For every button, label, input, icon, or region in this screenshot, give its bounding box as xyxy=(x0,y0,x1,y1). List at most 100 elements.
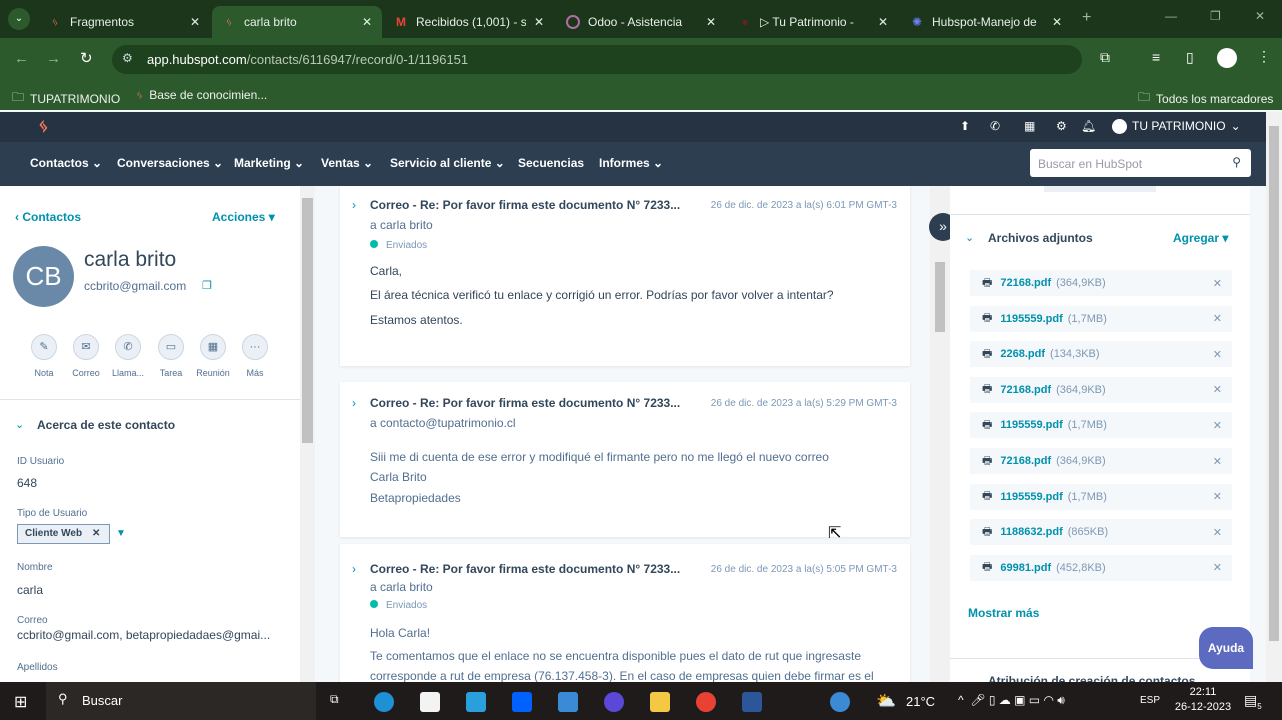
attachments-header[interactable]: Archivos adjuntos xyxy=(988,231,1093,245)
back-to-contacts-link[interactable]: ‹ Contactos xyxy=(15,210,81,224)
tab-carla-brito[interactable]: ᛃ carla brito ✕ xyxy=(212,6,382,38)
profile-avatar[interactable] xyxy=(1217,48,1237,68)
side-panel-icon[interactable]: ▯ xyxy=(1186,49,1194,66)
left-scrollbar[interactable] xyxy=(300,186,315,682)
upgrade-icon[interactable]: ⬆ xyxy=(960,119,970,133)
email-activity[interactable]: › Correo - Re: Por favor firma este docu… xyxy=(340,186,910,366)
mytask-icon[interactable] xyxy=(466,692,486,712)
search-input[interactable]: Buscar en HubSpot ⚲ xyxy=(1030,149,1251,177)
attachment-name[interactable]: 1195559.pdf xyxy=(1000,419,1062,431)
email-value[interactable]: ccbrito@gmail.com, betapropiedadaes@gmai… xyxy=(17,628,270,642)
maximize-button[interactable]: ❐ xyxy=(1210,9,1221,23)
add-attachment-button[interactable]: Agregar ▾ xyxy=(1173,231,1228,245)
windows-start-icon[interactable]: ⊞ xyxy=(14,692,27,712)
email-activity[interactable]: › Correo - Re: Por favor firma este docu… xyxy=(340,382,910,537)
center-scrollbar[interactable] xyxy=(930,186,950,682)
notification-center-icon[interactable]: ▤5 xyxy=(1244,692,1262,711)
tab-fragmentos[interactable]: ᛃ Fragmentos ✕ xyxy=(38,6,210,38)
notifications-icon[interactable]: 🔔︎ xyxy=(1081,119,1096,133)
tab-gmail[interactable]: M Recibidos (1,001) - so ✕ xyxy=(384,6,554,38)
edge-icon[interactable] xyxy=(374,692,394,712)
bookmark-base-conocimiento[interactable]: ᛃ Base de conocimien... xyxy=(136,88,267,102)
copy-icon[interactable]: ❐ xyxy=(202,279,212,292)
close-tab-icon[interactable]: ✕ xyxy=(878,15,888,29)
attachment-item[interactable]: 🖶 72168.pdf (364,9KB) ✕ xyxy=(970,376,1232,403)
reload-icon[interactable]: ↻ xyxy=(80,49,93,67)
user-id-value[interactable]: 648 xyxy=(17,476,37,490)
first-name-value[interactable]: carla xyxy=(17,583,43,597)
attachment-name[interactable]: 1195559.pdf xyxy=(1000,491,1062,503)
attachment-item[interactable]: 🖶 72168.pdf (364,9KB) ✕ xyxy=(970,448,1232,474)
attachment-item[interactable]: 🖶 1195559.pdf (1,7MB) ✕ xyxy=(970,305,1232,332)
all-bookmarks[interactable]: 🗀 Todos los marcadores xyxy=(1138,88,1273,109)
language-indicator[interactable]: ESP xyxy=(1140,695,1160,706)
marketplace-icon[interactable]: ▦ xyxy=(1024,119,1035,133)
close-tab-icon[interactable]: ✕ xyxy=(362,15,372,29)
help-app-icon[interactable] xyxy=(830,692,850,712)
remove-attachment-icon[interactable]: ✕ xyxy=(1213,312,1222,325)
close-window-button[interactable]: ✕ xyxy=(1255,9,1265,23)
attachment-name[interactable]: 1188632.pdf xyxy=(1000,526,1062,538)
attachment-name[interactable]: 2268.pdf xyxy=(1000,348,1045,360)
remove-attachment-icon[interactable]: ✕ xyxy=(1213,419,1222,432)
nav-marketing[interactable]: Marketing ⌄ xyxy=(234,156,304,170)
nav-servicio[interactable]: Servicio al cliente ⌄ xyxy=(390,156,505,170)
minimize-button[interactable]: — xyxy=(1165,9,1177,23)
close-tab-icon[interactable]: ✕ xyxy=(534,15,544,29)
tab-search-button[interactable]: ⌄ xyxy=(8,8,30,30)
attachment-name[interactable]: 72168.pdf xyxy=(1000,384,1051,396)
account-menu[interactable]: TU PATRIMONIO ⌄ xyxy=(1112,119,1241,134)
remove-attachment-icon[interactable]: ✕ xyxy=(1213,348,1222,361)
forward-icon[interactable]: → xyxy=(46,50,61,67)
remove-attachment-icon[interactable]: ✕ xyxy=(1213,561,1222,574)
attachment-name[interactable]: 1195559.pdf xyxy=(1000,313,1062,325)
nav-conversaciones[interactable]: Conversaciones ⌄ xyxy=(117,156,223,170)
remove-attachment-icon[interactable]: ✕ xyxy=(1213,383,1222,396)
settings-icon[interactable]: ⚙ xyxy=(1056,119,1067,133)
close-tab-icon[interactable]: ✕ xyxy=(190,15,200,29)
remove-attachment-icon[interactable]: ✕ xyxy=(1213,455,1222,468)
weather-temp[interactable]: 21°C xyxy=(906,694,935,709)
mail-icon[interactable] xyxy=(558,692,578,712)
tray-icons[interactable]: ^ 🎤︎ ▯ ☁ ▣ ▭ ◠ 🔊︎ xyxy=(958,693,1065,708)
attachment-name[interactable]: 69981.pdf xyxy=(1000,562,1051,574)
attachment-name[interactable]: 72168.pdf xyxy=(1000,455,1051,467)
hubspot-logo[interactable]: ᛃ xyxy=(38,116,49,137)
media-icon[interactable]: ≡ xyxy=(1152,49,1160,65)
extensions-icon[interactable]: ⧉ xyxy=(1100,49,1110,66)
attachment-item[interactable]: 🖶 1195559.pdf (1,7MB) ✕ xyxy=(970,412,1232,439)
nav-informes[interactable]: Informes ⌄ xyxy=(599,156,663,170)
remove-attachment-icon[interactable]: ✕ xyxy=(1213,526,1222,539)
attachment-item[interactable]: 🖶 2268.pdf (134,3KB) ✕ xyxy=(970,341,1232,368)
file-explorer-icon[interactable] xyxy=(650,692,670,712)
weather-icon[interactable]: ⛅ xyxy=(876,691,896,711)
attachment-item[interactable]: 🖶 1188632.pdf (865KB) ✕ xyxy=(970,519,1232,546)
page-scrollbar[interactable] xyxy=(1266,112,1282,682)
remove-attachment-icon[interactable]: ✕ xyxy=(1213,277,1222,290)
store-icon[interactable] xyxy=(420,692,440,712)
nav-ventas[interactable]: Ventas ⌄ xyxy=(321,156,373,170)
new-tab-button[interactable]: + xyxy=(1082,9,1091,27)
task-view-icon[interactable]: ⧉ xyxy=(330,692,339,707)
back-icon[interactable]: ← xyxy=(14,50,29,67)
attachment-item[interactable]: 🖶 69981.pdf (452,8KB) ✕ xyxy=(970,554,1232,581)
bookmark-tupatrimonio[interactable]: 🗀 TUPATRIMONIO xyxy=(12,88,120,109)
show-more-link[interactable]: Mostrar más xyxy=(968,606,1039,620)
nav-contactos[interactable]: Contactos ⌄ xyxy=(30,156,102,170)
chevron-down-icon[interactable]: ⌄ xyxy=(15,418,24,431)
attachment-name[interactable]: 72168.pdf xyxy=(1000,277,1051,289)
attachment-item[interactable]: 🖶 1195559.pdf (1,7MB) ✕ xyxy=(970,483,1232,510)
dropdown-caret-icon[interactable]: ▼ xyxy=(116,528,126,539)
about-section-header[interactable]: Acerca de este contacto xyxy=(37,418,175,432)
chrome-icon[interactable] xyxy=(696,692,716,712)
actions-button[interactable]: Acciones ▾ xyxy=(212,210,275,224)
user-type-tag[interactable]: Cliente Web ✕ xyxy=(17,524,110,544)
chevron-down-icon[interactable]: ⌄ xyxy=(965,231,974,244)
taskbar-search[interactable]: ⚲ Buscar xyxy=(46,682,316,720)
nav-secuencias[interactable]: Secuencias xyxy=(518,156,584,170)
close-tab-icon[interactable]: ✕ xyxy=(1052,15,1062,29)
site-info-icon[interactable]: ⚙ xyxy=(122,51,133,65)
email-activity[interactable]: › Correo - Re: Por favor firma este docu… xyxy=(340,544,910,682)
word-icon[interactable] xyxy=(742,692,762,712)
dropbox-icon[interactable] xyxy=(512,692,532,712)
